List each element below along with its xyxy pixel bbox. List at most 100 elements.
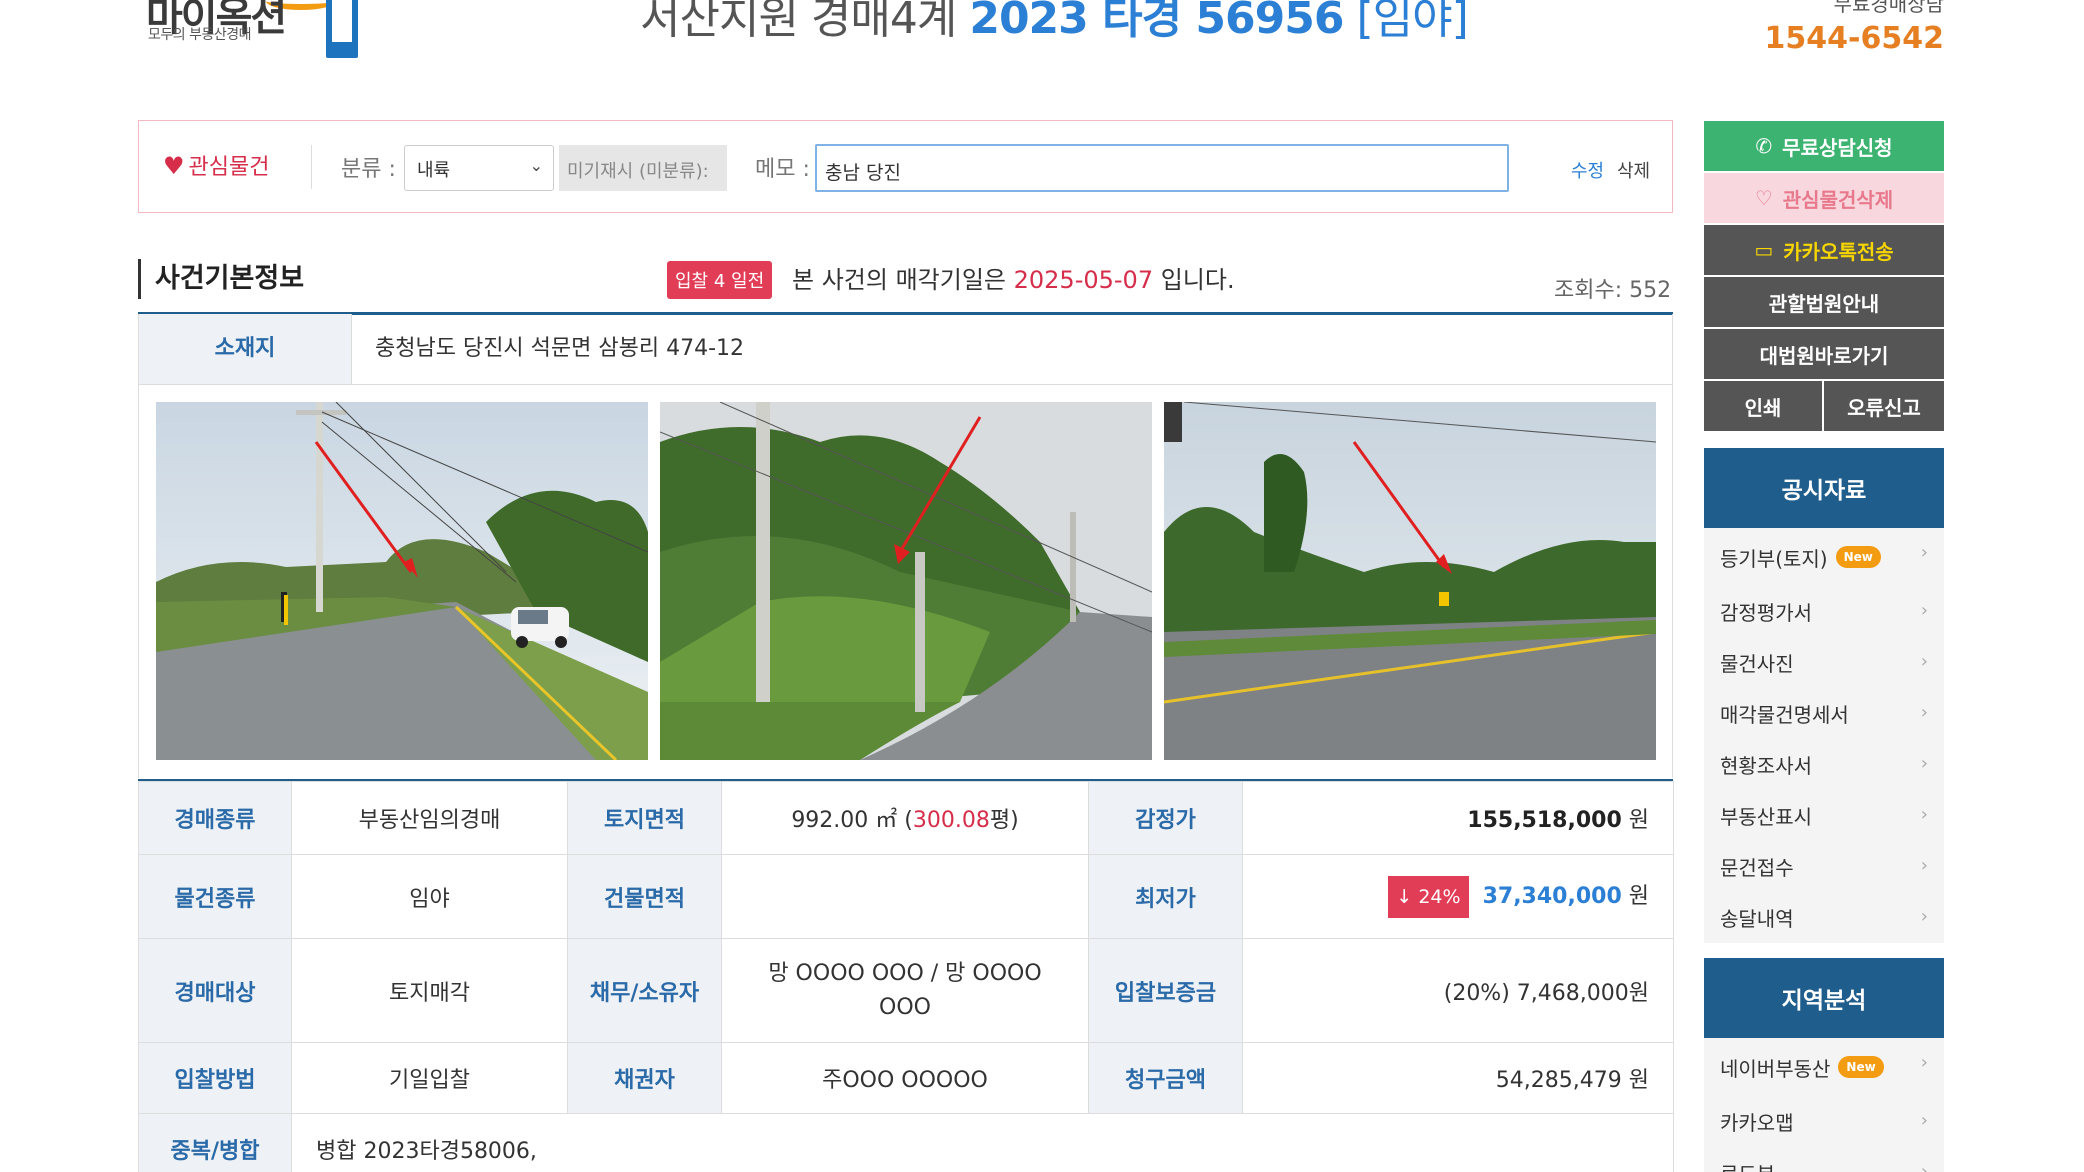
- case-category: [임야]: [1343, 0, 1468, 44]
- public-item-delivery[interactable]: 송달내역 ›: [1704, 892, 1944, 943]
- heart-icon: ♥: [163, 152, 185, 180]
- logo-mark-cutout: [332, 0, 352, 42]
- region-item-naver[interactable]: 네이버부동산 New ›: [1704, 1038, 1944, 1096]
- kakao-send-label: 카카오톡전송: [1783, 239, 1894, 264]
- creditor-label: 채권자: [567, 1042, 722, 1114]
- public-item-label: 문건접수: [1720, 856, 1794, 880]
- public-item-label: 현황조사서: [1720, 754, 1812, 778]
- public-item-survey[interactable]: 현황조사서 ›: [1704, 739, 1944, 790]
- print-button[interactable]: 인쇄: [1704, 381, 1822, 431]
- chevron-right-icon: ›: [1920, 1161, 1928, 1172]
- chevron-right-icon: ›: [1920, 804, 1928, 825]
- region-item-label: 네이버부동산: [1720, 1056, 1831, 1081]
- court-name: 서산지원 경매4계: [640, 0, 970, 44]
- memo-input[interactable]: 충남 당진: [815, 144, 1509, 192]
- auction-type-value: 부동산임의경매: [291, 781, 568, 855]
- phone-icon: ✆: [1755, 134, 1773, 158]
- won-unit: 원: [1621, 883, 1649, 909]
- memo-label: 메모 :: [755, 157, 810, 182]
- public-item-label: 매각물건명세서: [1720, 703, 1849, 727]
- public-item-registry[interactable]: 등기부(토지) New ›: [1704, 528, 1944, 586]
- public-item-label: 송달내역: [1720, 907, 1794, 931]
- chevron-right-icon: ›: [1920, 600, 1928, 621]
- won-unit: 원: [1621, 808, 1649, 833]
- case-number: 2023 타경 56956: [969, 0, 1344, 44]
- building-area-value: [721, 854, 1089, 939]
- kakao-send-button[interactable]: ▭ 카카오톡전송: [1704, 225, 1944, 275]
- classify-label: 분류 :: [341, 157, 396, 182]
- appraisal-value: 155,518,000 원: [1242, 781, 1674, 855]
- region-item-kakaomap[interactable]: 카카오맵 ›: [1704, 1096, 1944, 1147]
- sale-date-notice: 본 사건의 매각기일은 2025-05-07 입니다.: [792, 260, 1235, 295]
- property-photo[interactable]: [156, 402, 648, 760]
- table-row: 경매대상 토지매각 채무/소유자 망 OOOO OOO / 망 OOOO OOO…: [138, 938, 1674, 1043]
- favorite-label-text: 관심물건: [188, 155, 270, 180]
- sale-date: 2025-05-07: [1013, 266, 1154, 294]
- public-item-documents[interactable]: 문건접수 ›: [1704, 841, 1944, 892]
- land-area-unit: 평): [989, 808, 1019, 833]
- site-logo[interactable]: 마이옥션 모두의 부동산경매: [146, 0, 358, 70]
- logo-subtitle: 모두의 부동산경매: [148, 27, 252, 43]
- case-title: 서산지원 경매4계 2023 타경 56956 [임야]: [640, 0, 1469, 46]
- court-info-button[interactable]: 관할법원안내: [1704, 277, 1944, 327]
- address-label: 소재지: [139, 314, 352, 384]
- public-item-appraisal[interactable]: 감정평가서 ›: [1704, 586, 1944, 637]
- target-value: 토지매각: [291, 938, 568, 1043]
- address-row: 소재지 충청남도 당진시 석문면 삼봉리 474-12: [138, 314, 1673, 385]
- public-item-photos[interactable]: 물건사진 ›: [1704, 637, 1944, 688]
- hotline: 무료경매상담 1544-6542: [1765, 0, 1944, 56]
- region-item-label: 카카오맵: [1720, 1111, 1794, 1135]
- view-count: 조회수: 552: [1554, 278, 1672, 303]
- auction-type-label: 경매종류: [138, 781, 292, 855]
- land-area-m2: 992.00 ㎡ (: [791, 808, 913, 833]
- memo-edit-link[interactable]: 수정: [1571, 157, 1604, 183]
- free-consult-label: 무료상담신청: [1782, 135, 1893, 160]
- sale-suffix: 입니다.: [1153, 266, 1235, 294]
- classify-select-value: 내륙: [417, 160, 451, 181]
- land-area-value: 992.00 ㎡ (300.08평): [721, 781, 1089, 855]
- section-title: 사건기본정보: [138, 259, 304, 299]
- target-label: 경매대상: [138, 938, 292, 1043]
- error-report-button[interactable]: 오류신고: [1824, 381, 1944, 431]
- method-value: 기일입찰: [291, 1042, 568, 1114]
- public-item-property-display[interactable]: 부동산표시 ›: [1704, 790, 1944, 841]
- classify-select[interactable]: 내륙 ⌄: [404, 145, 554, 191]
- min-price-label: 최저가: [1088, 854, 1243, 939]
- favorite-delete-button[interactable]: ♡ 관심물건삭제: [1704, 173, 1944, 223]
- chevron-right-icon: ›: [1920, 855, 1928, 876]
- region-item-roadview[interactable]: 로드뷰 ›: [1704, 1147, 1944, 1172]
- chevron-down-icon: ⌄: [529, 156, 543, 175]
- free-consult-button[interactable]: ✆ 무료상담신청: [1704, 121, 1944, 171]
- property-photo[interactable]: [660, 402, 1152, 760]
- region-analysis-panel: 지역분석 네이버부동산 New › 카카오맵 › 로드뷰 ›: [1704, 958, 1944, 1172]
- unassigned-field[interactable]: 미기재시 (미분류):: [559, 145, 727, 191]
- land-area-label: 토지면적: [567, 781, 722, 855]
- sale-prefix: 본 사건의 매각기일은: [792, 266, 1014, 294]
- claim-value: 54,285,479 원: [1242, 1042, 1674, 1114]
- chat-bubble-icon: ▭: [1754, 238, 1774, 262]
- min-price-value: ↓ 24% 37,340,000 원: [1242, 854, 1674, 939]
- heart-outline-icon: ♡: [1754, 186, 1773, 210]
- favorite-bar: ♥ 관심물건 분류 : 내륙 ⌄ 미기재시 (미분류): 메모 : 충남 당진 수…: [138, 120, 1673, 213]
- chevron-right-icon: ›: [1920, 1110, 1928, 1131]
- item-type-label: 물건종류: [138, 854, 292, 939]
- creditor-value: 주OOO OOOOO: [721, 1042, 1089, 1114]
- table-row: 중복/병합 병합 2023타경58006,: [138, 1113, 1674, 1172]
- public-records-head: 공시자료: [1704, 448, 1944, 528]
- supreme-court-button[interactable]: 대법원바로가기: [1704, 329, 1944, 379]
- table-row: 입찰방법 기일입찰 채권자 주OOO OOOOO 청구금액 54,285,479…: [138, 1042, 1674, 1114]
- address-value: 충청남도 당진시 석문면 삼봉리 474-12: [375, 336, 745, 361]
- new-badge: New: [1838, 1056, 1884, 1078]
- chevron-right-icon: ›: [1920, 702, 1928, 723]
- photo-gallery: [138, 385, 1673, 778]
- hotline-number[interactable]: 1544-6542: [1765, 21, 1944, 56]
- item-type-value: 임야: [291, 854, 568, 939]
- hotline-label: 무료경매상담: [1833, 0, 1944, 16]
- memo-delete-link[interactable]: 삭제: [1617, 157, 1650, 183]
- chevron-right-icon: ›: [1920, 542, 1928, 563]
- duplicate-value: 병합 2023타경58006,: [291, 1113, 1674, 1172]
- property-photo[interactable]: [1164, 402, 1656, 760]
- duplicate-label: 중복/병합: [138, 1113, 292, 1172]
- public-item-sale-spec[interactable]: 매각물건명세서 ›: [1704, 688, 1944, 739]
- chevron-right-icon: ›: [1920, 651, 1928, 672]
